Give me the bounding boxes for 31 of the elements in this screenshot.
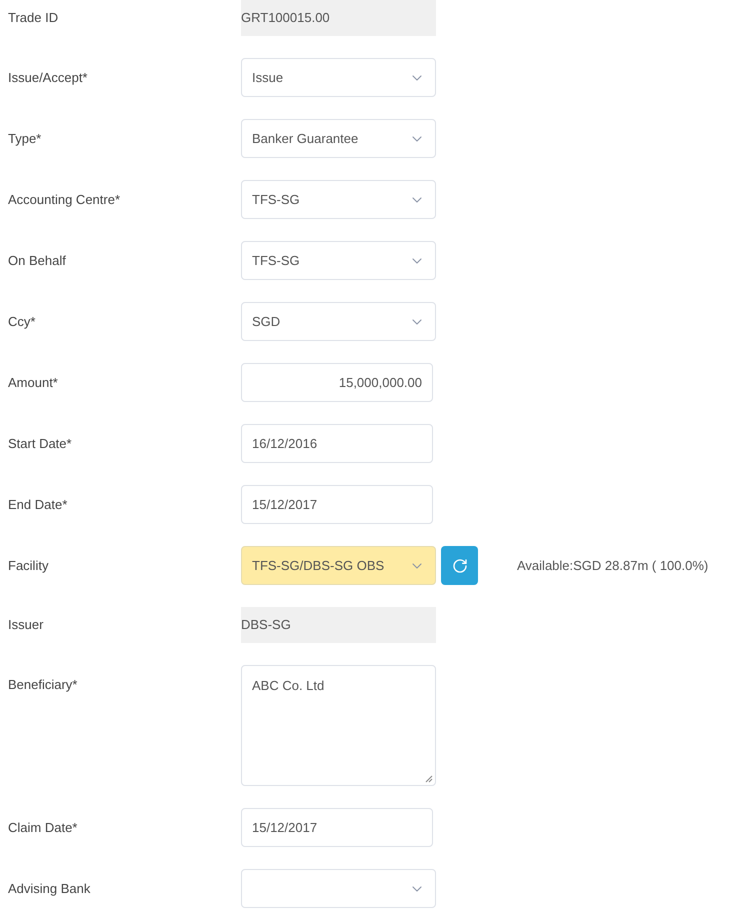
text-area[interactable]: ABC Co. Ltd bbox=[241, 665, 436, 786]
dropdown[interactable]: TFS-SG bbox=[241, 180, 436, 219]
refresh-button[interactable] bbox=[441, 546, 478, 585]
field-label: Claim Date* bbox=[8, 818, 78, 837]
field-label: Ccy* bbox=[8, 312, 36, 331]
field-label: Beneficiary* bbox=[8, 676, 78, 694]
dropdown[interactable]: TFS-SG bbox=[241, 241, 436, 280]
refresh-icon bbox=[452, 558, 468, 574]
field-label: On Behalf bbox=[8, 252, 67, 270]
dropdown[interactable]: Banker Guarantee bbox=[241, 119, 436, 158]
field-label: Facility bbox=[8, 556, 50, 575]
dropdown[interactable]: Issue bbox=[241, 58, 436, 97]
readonly-field: DBS-SG bbox=[241, 607, 436, 643]
field-label: Advising Bank bbox=[8, 880, 92, 898]
field-label: End Date* bbox=[8, 496, 68, 514]
field-label: Issuer bbox=[8, 616, 44, 634]
resize-handle-icon bbox=[425, 775, 433, 783]
availability-text: Available:SGD 28.87m ( 100.0%) bbox=[517, 556, 708, 575]
dropdown[interactable]: TFS-SG/DBS-SG OBS bbox=[241, 546, 436, 585]
readonly-field: GRT100015.00 bbox=[241, 0, 436, 36]
field-label: Start Date* bbox=[8, 434, 73, 453]
input-field[interactable]: 15/12/2017 bbox=[241, 485, 433, 524]
field-label: Trade ID bbox=[8, 9, 60, 28]
input-field[interactable]: 15,000,000.00 bbox=[241, 363, 433, 402]
field-label: Type* bbox=[8, 130, 42, 148]
input-field[interactable]: 15/12/2017 bbox=[241, 808, 433, 847]
dropdown[interactable]: SGD bbox=[241, 302, 436, 341]
input-field[interactable]: 16/12/2016 bbox=[241, 424, 433, 463]
field-label: Issue/Accept* bbox=[8, 68, 88, 87]
field-label: Amount* bbox=[8, 374, 59, 392]
field-label: Accounting Centre* bbox=[8, 190, 122, 209]
